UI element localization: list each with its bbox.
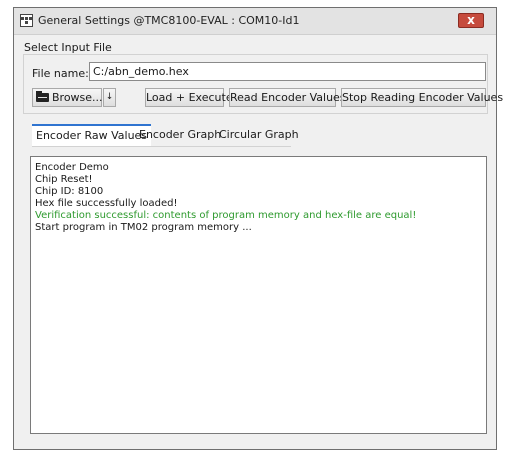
log-line: Hex file successfully loaded!	[35, 198, 178, 209]
title-bar[interactable]: General Settings @TMC8100-EVAL : COM10-I…	[14, 8, 496, 35]
browse-dropdown-button[interactable]: ↓	[103, 88, 116, 107]
log-output[interactable]: Encoder Demo Chip Reset! Chip ID: 8100 H…	[30, 156, 487, 434]
tab-encoder-raw-values[interactable]: Encoder Raw Values	[32, 124, 152, 146]
stop-reading-button[interactable]: Stop Reading Encoder Values	[341, 88, 503, 107]
app-icon	[20, 14, 33, 27]
log-line: Chip ID: 8100	[35, 186, 104, 197]
tab-encoder-graph[interactable]: Encoder Graph	[136, 124, 224, 146]
file-name-input[interactable]	[89, 62, 486, 81]
log-line: Encoder Demo	[35, 162, 109, 173]
select-input-label: Select Input File	[24, 41, 112, 54]
load-execute-button[interactable]: Load + Execute	[145, 88, 233, 107]
browse-button-label: Browse...	[52, 91, 103, 104]
folder-icon	[36, 91, 49, 102]
tab-circular-graph[interactable]: Circular Graph	[216, 124, 302, 146]
log-line: Start program in TM02 program memory ...	[35, 222, 252, 233]
log-line: Chip Reset!	[35, 174, 93, 185]
tab-divider	[32, 146, 291, 147]
file-name-label: File name:	[32, 67, 89, 80]
close-button[interactable]: x	[458, 13, 484, 28]
window-title: General Settings @TMC8100-EVAL : COM10-I…	[38, 14, 300, 27]
settings-window: General Settings @TMC8100-EVAL : COM10-I…	[13, 7, 503, 450]
read-encoder-values-button[interactable]: Read Encoder Values	[229, 88, 346, 107]
browse-button[interactable]: Browse...	[32, 88, 103, 107]
log-line-success: Verification successful: contents of pro…	[35, 210, 417, 221]
